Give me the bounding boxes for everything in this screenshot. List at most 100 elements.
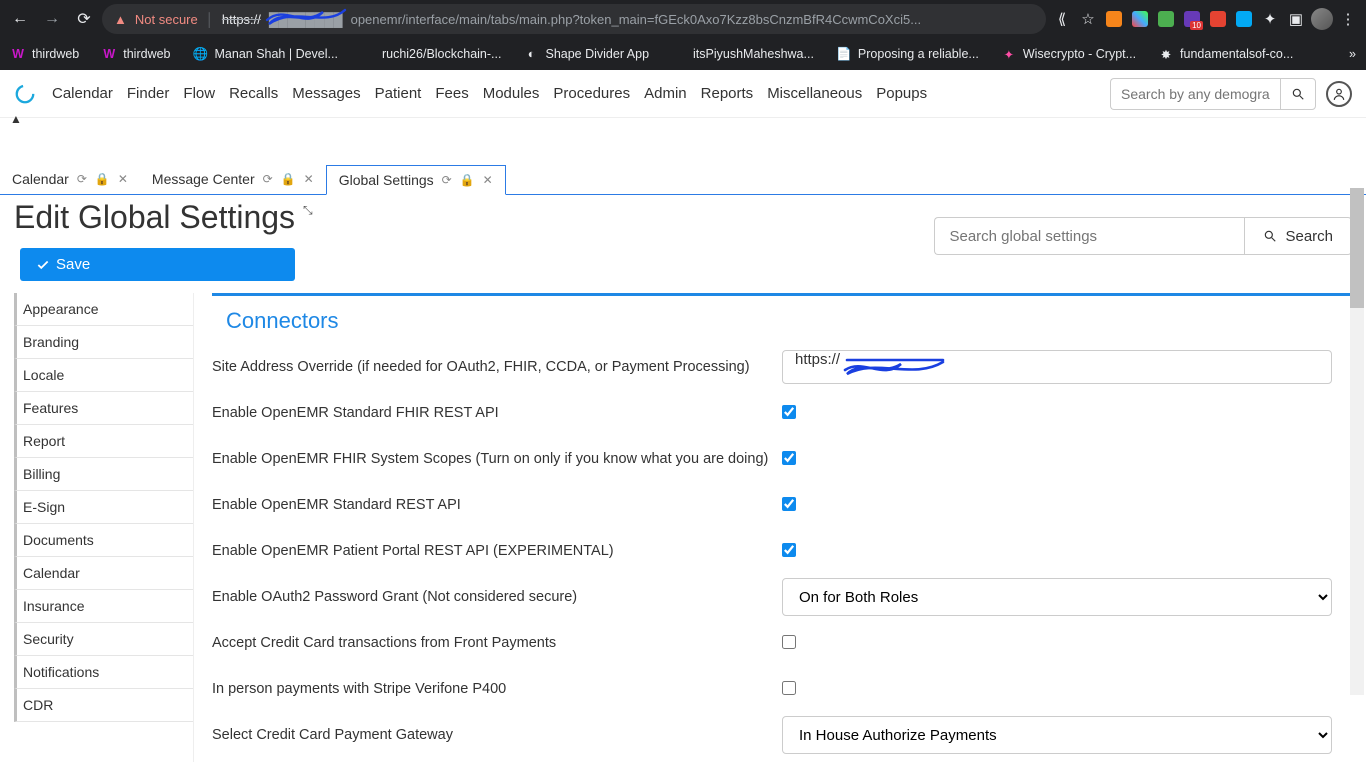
sidenav-report[interactable]: Report: [14, 425, 193, 458]
workspace-tabs: Calendar ⟳ 🔒 ✕ Message Center ⟳ 🔒 ✕ Glob…: [0, 164, 1366, 195]
kebab-menu-icon[interactable]: ⋮: [1336, 7, 1360, 31]
select-oauth-pw-grant[interactable]: On for Both Roles: [782, 578, 1332, 616]
checkbox-accept-cc[interactable]: [782, 635, 796, 649]
close-icon[interactable]: ✕: [118, 172, 128, 186]
bookmark-item[interactable]: Wthirdweb: [101, 46, 170, 62]
checkbox-fhir-scopes[interactable]: [782, 451, 796, 465]
sidenav-locale[interactable]: Locale: [14, 359, 193, 392]
select-cc-gateway[interactable]: In House Authorize Payments: [782, 716, 1332, 754]
url-protocol: https://: [222, 12, 261, 27]
reload-icon[interactable]: ⟳: [70, 5, 98, 33]
scrollbar[interactable]: [1350, 188, 1364, 695]
menu-reports[interactable]: Reports: [701, 85, 754, 102]
settings-search-input[interactable]: [934, 217, 1244, 255]
label-fhir-scopes: Enable OpenEMR FHIR System Scopes (Turn …: [212, 451, 782, 467]
menu-recalls[interactable]: Recalls: [229, 85, 278, 102]
redacted-scribble-icon: [843, 356, 953, 380]
refresh-icon[interactable]: ⟳: [77, 172, 87, 186]
menu-fees[interactable]: Fees: [435, 85, 468, 102]
save-button[interactable]: Save: [20, 248, 295, 281]
sidenav-esign[interactable]: E-Sign: [14, 491, 193, 524]
scrollbar-thumb[interactable]: [1350, 188, 1364, 308]
refresh-icon[interactable]: ⟳: [442, 173, 452, 187]
extension-badge-icon[interactable]: 10: [1180, 7, 1204, 31]
input-site-address[interactable]: https://: [782, 350, 1332, 384]
extension-icon[interactable]: [1154, 7, 1178, 31]
menu-patient[interactable]: Patient: [375, 85, 422, 102]
compress-icon[interactable]: ⤡: [303, 203, 313, 218]
checkbox-portal-api[interactable]: [782, 543, 796, 557]
sidenav-insurance[interactable]: Insurance: [14, 590, 193, 623]
tab-global-settings[interactable]: Global Settings ⟳ 🔒 ✕: [326, 165, 506, 195]
lock-icon[interactable]: 🔒: [460, 173, 475, 187]
demographics-search-button[interactable]: [1280, 78, 1316, 110]
bookmark-item[interactable]: ✦Wisecrypto - Crypt...: [1001, 46, 1136, 62]
settings-content: Connectors Site Address Override (if nee…: [212, 293, 1352, 762]
menu-popups[interactable]: Popups: [876, 85, 927, 102]
close-icon[interactable]: ✕: [483, 173, 493, 187]
label-cc-gateway: Select Credit Card Payment Gateway: [212, 727, 782, 743]
menu-procedures[interactable]: Procedures: [553, 85, 630, 102]
demographics-search-input[interactable]: [1110, 78, 1280, 110]
sidenav-security[interactable]: Security: [14, 623, 193, 656]
search-icon: [1291, 87, 1305, 101]
section-title-connectors: Connectors: [212, 308, 1352, 334]
bookmarks-bar: Wthirdweb Wthirdweb 🌐Manan Shah | Devel.…: [0, 38, 1366, 70]
menu-modules[interactable]: Modules: [483, 85, 540, 102]
checkbox-rest-std[interactable]: [782, 497, 796, 511]
extensions-icon[interactable]: ✦: [1258, 7, 1282, 31]
sidenav-appearance[interactable]: Appearance: [14, 293, 193, 326]
forward-icon[interactable]: →: [38, 5, 66, 33]
panel-icon[interactable]: ▣: [1284, 7, 1308, 31]
label-site-address: Site Address Override (if needed for OAu…: [212, 359, 782, 375]
sidenav-cdr[interactable]: CDR: [14, 689, 193, 722]
profile-avatar[interactable]: [1310, 7, 1334, 31]
bookmark-item[interactable]: 🌐Manan Shah | Devel...: [193, 46, 338, 62]
menu-messages[interactable]: Messages: [292, 85, 360, 102]
tab-message-center[interactable]: Message Center ⟳ 🔒 ✕: [140, 164, 326, 194]
menu-calendar[interactable]: Calendar: [52, 85, 113, 102]
url-path: openemr/interface/main/tabs/main.php?tok…: [351, 12, 921, 27]
bookmark-item[interactable]: Wthirdweb: [10, 46, 79, 62]
extension-icon[interactable]: [1128, 7, 1152, 31]
label-rest-std: Enable OpenEMR Standard REST API: [212, 497, 782, 513]
settings-sidenav: Appearance Branding Locale Features Repo…: [14, 293, 194, 762]
page-title: Edit Global Settings: [14, 199, 295, 236]
bookmark-item[interactable]: ruchi26/Blockchain-...: [360, 46, 502, 62]
sidenav-documents[interactable]: Documents: [14, 524, 193, 557]
back-icon[interactable]: ←: [6, 5, 34, 33]
collapse-up-icon[interactable]: ▲: [10, 112, 22, 126]
bookmark-item[interactable]: ◐Shape Divider App: [523, 46, 649, 62]
refresh-icon[interactable]: ⟳: [263, 172, 273, 186]
lock-icon[interactable]: 🔒: [95, 172, 110, 186]
sidenav-features[interactable]: Features: [14, 392, 193, 425]
extension-icon[interactable]: [1232, 7, 1256, 31]
checkbox-stripe-p400[interactable]: [782, 681, 796, 695]
bookmark-item[interactable]: ✸fundamentalsof-co...: [1158, 46, 1293, 62]
star-icon[interactable]: ☆: [1076, 7, 1100, 31]
sidenav-notifications[interactable]: Notifications: [14, 656, 193, 689]
label-portal-api: Enable OpenEMR Patient Portal REST API (…: [212, 543, 782, 559]
settings-search-button[interactable]: Search: [1244, 217, 1352, 255]
checkbox-fhir-std[interactable]: [782, 405, 796, 419]
menu-admin[interactable]: Admin: [644, 85, 687, 102]
close-icon[interactable]: ✕: [304, 172, 314, 186]
tab-calendar[interactable]: Calendar ⟳ 🔒 ✕: [0, 164, 140, 194]
menu-miscellaneous[interactable]: Miscellaneous: [767, 85, 862, 102]
lock-icon[interactable]: 🔒: [281, 172, 296, 186]
bookmark-overflow-icon[interactable]: »: [1349, 47, 1356, 61]
address-bar[interactable]: ▲ Not secure │ https:// ████████ openemr…: [102, 4, 1046, 34]
bookmark-item[interactable]: 📄Proposing a reliable...: [836, 46, 979, 62]
sidenav-billing[interactable]: Billing: [14, 458, 193, 491]
app-topbar: Calendar Finder Flow Recalls Messages Pa…: [0, 70, 1366, 118]
browser-chrome: ← → ⟳ ▲ Not secure │ https:// ████████ o…: [0, 0, 1366, 70]
user-icon[interactable]: [1326, 81, 1352, 107]
share-icon[interactable]: ⟪: [1050, 7, 1074, 31]
sidenav-branding[interactable]: Branding: [14, 326, 193, 359]
sidenav-calendar[interactable]: Calendar: [14, 557, 193, 590]
bookmark-item[interactable]: itsPiyushMaheshwa...: [671, 46, 814, 62]
todoist-icon[interactable]: [1206, 7, 1230, 31]
metamask-icon[interactable]: [1102, 7, 1126, 31]
menu-finder[interactable]: Finder: [127, 85, 170, 102]
menu-flow[interactable]: Flow: [183, 85, 215, 102]
